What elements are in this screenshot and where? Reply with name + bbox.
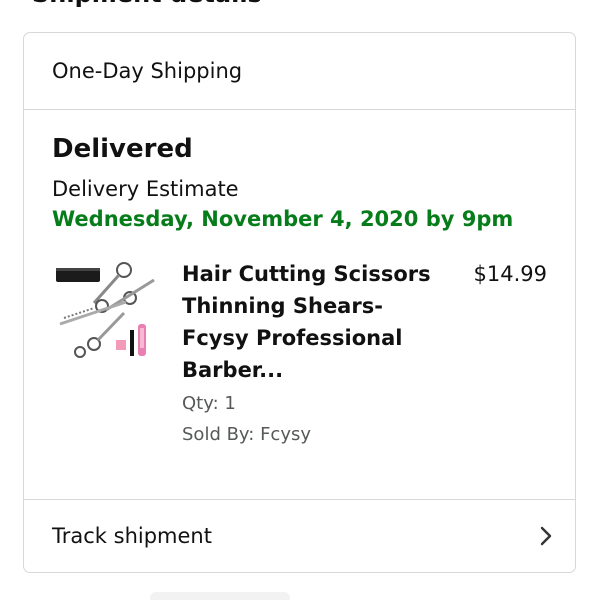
shipping-method-label: One-Day Shipping bbox=[52, 59, 243, 83]
chevron-right-icon bbox=[540, 526, 552, 546]
track-shipment-row[interactable]: Track shipment bbox=[24, 500, 575, 572]
product-thumbnail[interactable] bbox=[54, 258, 158, 362]
delivery-estimate-label: Delivery Estimate bbox=[52, 177, 239, 201]
shipment-details-page: Shipment details One-Day Shipping Delive… bbox=[0, 0, 600, 600]
delivery-estimate-date: Wednesday, November 4, 2020 by 9pm bbox=[52, 207, 514, 231]
shipping-method-row: One-Day Shipping bbox=[24, 33, 575, 110]
product-price: $14.99 bbox=[473, 262, 547, 286]
shipment-card: One-Day Shipping Delivered Delivery Esti… bbox=[23, 32, 576, 573]
product-quantity: Qty: 1 bbox=[182, 393, 236, 414]
product-title-line: Fcysy Professional bbox=[182, 326, 403, 350]
delivery-status-title: Delivered bbox=[52, 134, 193, 164]
scissors-kit-icon bbox=[56, 262, 155, 358]
next-section-peek bbox=[150, 592, 290, 600]
section-heading: Shipment details bbox=[32, 0, 262, 10]
product-title[interactable]: Hair Cutting Scissors Thinning Shears- F… bbox=[182, 258, 452, 386]
delivery-status-section: Delivered Delivery Estimate Wednesday, N… bbox=[24, 110, 575, 500]
product-title-line: Hair Cutting Scissors bbox=[182, 262, 431, 286]
track-shipment-label: Track shipment bbox=[52, 524, 212, 548]
product-seller: Sold By: Fcysy bbox=[182, 424, 311, 445]
product-title-line: Barber... bbox=[182, 358, 284, 382]
product-title-line: Thinning Shears- bbox=[182, 294, 383, 318]
